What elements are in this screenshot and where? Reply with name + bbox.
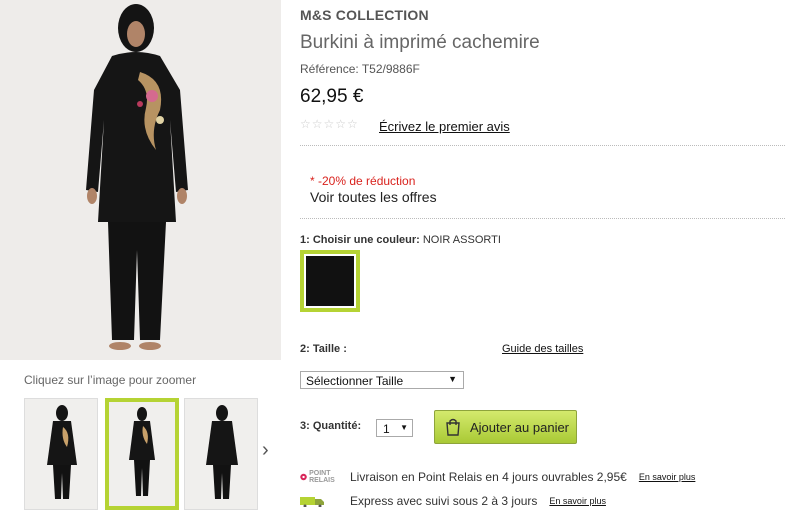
pin-icon bbox=[300, 473, 307, 481]
color-label: 1: Choisir une couleur: NOIR ASSORTI bbox=[300, 234, 501, 246]
quantity-select[interactable]: 1 ▼ bbox=[376, 419, 413, 437]
shipping-text: Livraison en Point Relais en 4 jours ouv… bbox=[350, 470, 627, 484]
thumbnail-back[interactable] bbox=[184, 398, 258, 510]
truck-icon bbox=[300, 494, 338, 508]
rating-stars-icon: ☆☆☆☆☆ bbox=[300, 117, 359, 131]
thumbnail-full[interactable] bbox=[105, 398, 179, 510]
product-reference: Référence: T52/9886F bbox=[300, 62, 420, 76]
offers-link[interactable]: Voir toutes les offres bbox=[310, 189, 437, 205]
main-product-image[interactable] bbox=[0, 0, 281, 360]
add-to-cart-label: Ajouter au panier bbox=[470, 419, 570, 435]
discount-text: * -20% de réduction bbox=[310, 174, 416, 188]
product-title: Burkini à imprimé cachemire bbox=[300, 32, 540, 53]
zoom-hint: Cliquez sur l’image pour zoomer bbox=[24, 373, 197, 387]
shipping-option-express: Express avec suivi sous 2 à 3 jours En s… bbox=[300, 494, 606, 508]
product-price: 62,95 € bbox=[300, 86, 364, 107]
color-label-text: 1: Choisir une couleur: bbox=[300, 234, 420, 246]
color-value: NOIR ASSORTI bbox=[422, 234, 501, 246]
size-label: 2: Taille : bbox=[300, 343, 347, 355]
point-relais-logo: POINT RELAIS bbox=[300, 470, 338, 484]
color-swatch-black[interactable] bbox=[300, 250, 360, 312]
thumbnail-front[interactable] bbox=[24, 398, 98, 510]
size-select-value: Sélectionner Taille bbox=[306, 374, 404, 388]
swatch-fill bbox=[306, 256, 354, 306]
chevron-right-icon[interactable]: › bbox=[262, 440, 269, 460]
learn-more-link[interactable]: En savoir plus bbox=[549, 496, 606, 506]
dropdown-arrow-icon: ▼ bbox=[448, 374, 457, 384]
quantity-value: 1 bbox=[383, 422, 390, 436]
size-select[interactable]: Sélectionner Taille ▼ bbox=[300, 371, 464, 389]
divider bbox=[300, 145, 785, 146]
dropdown-arrow-icon: ▼ bbox=[400, 423, 408, 432]
learn-more-link[interactable]: En savoir plus bbox=[639, 472, 696, 482]
brand-name: M&S COLLECTION bbox=[300, 7, 429, 23]
shopping-bag-icon bbox=[446, 418, 460, 436]
write-review-link[interactable]: Écrivez le premier avis bbox=[379, 119, 510, 134]
divider bbox=[300, 218, 785, 219]
shipping-option-relay: POINT RELAIS Livraison en Point Relais e… bbox=[300, 470, 695, 484]
quantity-label: 3: Quantité: bbox=[300, 420, 362, 432]
size-guide-link[interactable]: Guide des tailles bbox=[502, 343, 583, 355]
shipping-text: Express avec suivi sous 2 à 3 jours bbox=[350, 494, 538, 508]
add-to-cart-button[interactable]: Ajouter au panier bbox=[434, 410, 577, 444]
thumbnail-strip bbox=[24, 398, 284, 510]
